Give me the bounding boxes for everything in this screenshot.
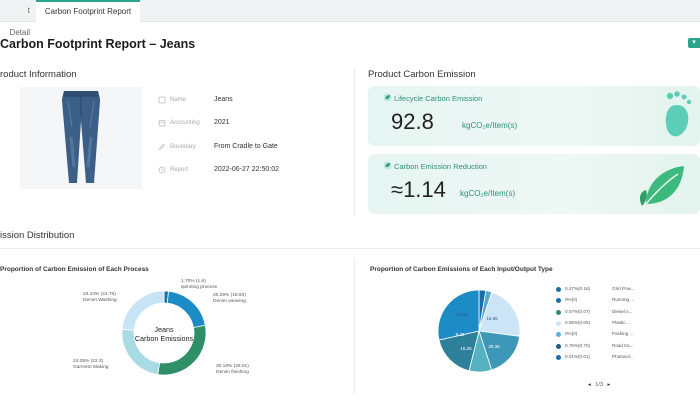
- boundary-label: Boundary: [170, 144, 196, 150]
- reduction-unit: kgCO₂e/Item(s): [460, 189, 516, 198]
- legend-dot-icon: [556, 309, 561, 315]
- pie-label-1: 16.55: [486, 316, 498, 321]
- legend-name: Packing ...: [612, 331, 634, 337]
- process-label-washing: 23.44% (21.76) Denim Washing: [83, 292, 117, 303]
- lifecycle-value: 92.8: [391, 109, 434, 134]
- process-donut-chart: Jeans Carbon Emissions: [121, 290, 207, 376]
- pen-icon: [158, 144, 165, 151]
- lifecycle-emission-card: Lifecycle Carbon Emission 92.8 kgCO₂e/It…: [368, 86, 700, 146]
- pie-label-0: 20.34: [456, 312, 468, 317]
- calendar-icon: [158, 120, 166, 127]
- report-value: 2022-06-27 22:50:02: [214, 166, 279, 173]
- emission-reduction-card: Carbon Emission Reduction ≈1.14 kgCO₂e/I…: [368, 154, 700, 214]
- jeans-image: [62, 91, 100, 183]
- pie-label-4: 26.35: [488, 344, 500, 349]
- boundary-value: From Cradle to Gate: [214, 143, 278, 150]
- pie-label-3: 16.25: [460, 346, 472, 351]
- chart-divider: [354, 258, 355, 394]
- pager-prev-icon[interactable]: ◂: [588, 382, 591, 388]
- carbon-emission-heading: Product Carbon Emission: [368, 69, 476, 80]
- pager-next-icon[interactable]: ▸: [607, 382, 610, 388]
- legend-dot-icon: [556, 332, 561, 338]
- clock-icon: [158, 166, 166, 174]
- legend-name: Plastic ...: [612, 319, 631, 325]
- legend-name: Grid Pow...: [612, 286, 635, 291]
- process-chart-title: Proportion of Carbon Emission of Each Pr…: [0, 266, 149, 273]
- report-label: Report: [170, 167, 189, 173]
- distribution-heading: ission Distribution: [0, 230, 75, 241]
- legend-pager[interactable]: ◂ 1/3 ▸: [588, 382, 610, 388]
- lifecycle-unit: kgCO₂e/Item(s): [462, 121, 518, 130]
- leaf-badge-icon: [383, 93, 392, 102]
- footprint-icon: [665, 91, 692, 137]
- leaf-badge-icon: [383, 161, 392, 170]
- io-pie-chart: 20.34 16.55 8.23 16.25 26.35: [437, 289, 521, 373]
- section-divider: [0, 248, 700, 249]
- legend-dot-icon: [556, 320, 561, 326]
- pie-label-2: 8.23: [456, 332, 465, 337]
- donut-center-line2: Carbon Emissions: [135, 334, 194, 343]
- product-info-heading: roduct Information: [0, 69, 77, 80]
- accounting-value: 2021: [214, 119, 230, 126]
- legend-dot-icon: [556, 343, 561, 349]
- name-value: Jeans: [214, 96, 233, 103]
- legend-percent: 0%(0): [565, 331, 578, 337]
- name-label: Name: [170, 97, 187, 103]
- legend-percent: 0.05%(0.05): [565, 319, 591, 325]
- legend-percent: 0.47%(0.16): [565, 286, 591, 291]
- legend-percent: 0.76%(0.70): [565, 342, 591, 348]
- action-button[interactable]: ▾: [688, 38, 700, 48]
- page-title: Carbon Footprint Report – Jeans: [0, 37, 196, 51]
- pager-text: 1/3: [595, 382, 603, 388]
- legend-dot-icon: [556, 298, 561, 304]
- legend-name: Diesel o...: [612, 308, 633, 314]
- tab-product-detail[interactable]: t Detail: [0, 0, 36, 37]
- legend-dot-icon: [556, 354, 561, 360]
- accounting-label: Accounting: [170, 120, 200, 126]
- io-chart-title: Proportion of Carbon Emissions of Each I…: [370, 266, 553, 273]
- legend-name: Running ...: [612, 297, 635, 303]
- lifecycle-label: Lifecycle Carbon Emission: [394, 94, 483, 103]
- legend-percent: 0.01%(0.01): [565, 353, 591, 359]
- donut-center-line1: Jeans: [154, 325, 174, 334]
- leaf-icon: [639, 166, 684, 206]
- legend-name: Road tra...: [612, 342, 634, 348]
- reduction-label: Carbon Emission Reduction: [394, 162, 487, 171]
- process-label-spinning: 1.70% (1.6) spinning process: [181, 279, 217, 290]
- product-image: [20, 87, 142, 189]
- legend-percent: 0.07%(0.07): [565, 308, 591, 314]
- tag-icon: [158, 96, 166, 104]
- column-divider: [354, 68, 355, 216]
- process-label-finishing: 30.18% (28.01) Denim finishing: [216, 364, 249, 375]
- legend-dot-icon: [556, 287, 561, 292]
- tab-carbon-footprint-report[interactable]: Carbon Footprint Report: [36, 0, 140, 22]
- donut-slice-1[interactable]: [166, 290, 206, 329]
- tab-bar: t Detail Carbon Footprint Report: [0, 0, 700, 37]
- legend-name: Photovol...: [612, 353, 634, 359]
- process-label-garment: 24.05% (22.3) Garment Making: [73, 359, 109, 370]
- legend-percent: 0%(0): [565, 297, 578, 303]
- reduction-value: ≈1.14: [391, 177, 446, 202]
- process-label-weaving: 20.29% (18.83) Denim weaving: [213, 293, 246, 304]
